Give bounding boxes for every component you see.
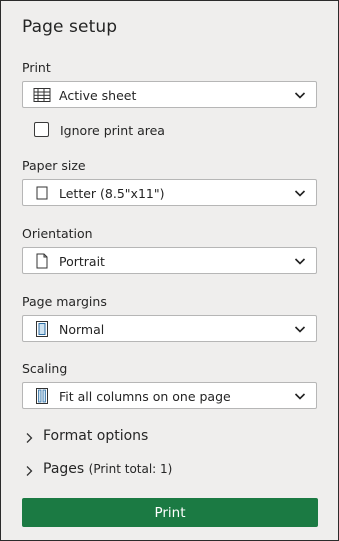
orientation-dropdown[interactable]: Portrait [22, 247, 317, 274]
print-button[interactable]: Print [22, 498, 318, 527]
page-margins-dropdown[interactable]: Normal [22, 315, 317, 342]
print-label: Print [22, 60, 51, 75]
chevron-down-icon [294, 393, 306, 400]
ignore-print-area-checkbox[interactable] [34, 122, 49, 137]
margins-icon [36, 321, 48, 337]
chevron-down-icon [294, 258, 306, 265]
paper-icon [36, 186, 48, 200]
scaling-dropdown[interactable]: Fit all columns on one page [22, 382, 317, 409]
pages-label-group: Pages (Print total: 1) [43, 461, 172, 477]
paper-size-selected-value: Letter (8.5"x11") [59, 186, 165, 201]
print-selected-value: Active sheet [59, 88, 137, 103]
chevron-right-icon [26, 466, 33, 476]
ignore-print-area-label: Ignore print area [60, 123, 165, 138]
chevron-right-icon [26, 433, 33, 443]
chevron-down-icon [294, 190, 306, 197]
fit-columns-icon [36, 388, 48, 404]
print-dropdown[interactable]: Active sheet [22, 81, 317, 108]
page-margins-label: Page margins [22, 294, 107, 309]
panel-title: Page setup [22, 17, 118, 37]
orientation-label: Orientation [22, 226, 93, 241]
paper-size-label: Paper size [22, 158, 86, 173]
page-setup-panel: Page setup Print Active sheet Ignore pri… [0, 0, 339, 541]
format-options-label: Format options [43, 428, 149, 444]
chevron-down-icon [294, 92, 306, 99]
chevron-down-icon [294, 326, 306, 333]
sheet-grid-icon [33, 88, 51, 102]
pages-print-total: (Print total: 1) [88, 462, 173, 476]
scaling-selected-value: Fit all columns on one page [59, 389, 231, 404]
orientation-selected-value: Portrait [59, 254, 105, 269]
scaling-label: Scaling [22, 361, 68, 376]
paper-size-dropdown[interactable]: Letter (8.5"x11") [22, 179, 317, 206]
pages-label: Pages [43, 461, 85, 477]
portrait-page-icon [36, 253, 48, 269]
page-margins-selected-value: Normal [59, 322, 105, 337]
